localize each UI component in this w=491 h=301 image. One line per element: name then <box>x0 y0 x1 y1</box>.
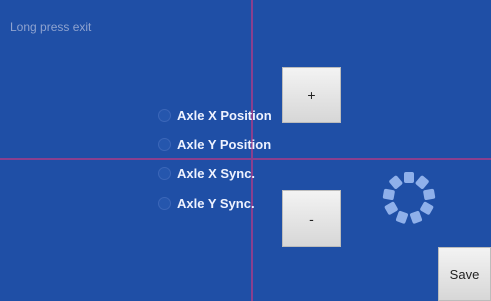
radio-button[interactable] <box>158 196 171 210</box>
crosshair-horizontal-line <box>0 158 491 160</box>
option-axle-y-sync[interactable]: Axle Y Sync. <box>158 193 255 213</box>
spinner-segment <box>420 201 434 215</box>
option-axle-x-sync[interactable]: Axle X Sync. <box>158 163 255 183</box>
option-label: Axle X Position <box>177 107 272 123</box>
option-axle-x-position[interactable]: Axle X Position <box>158 105 272 125</box>
screen: Long press exit Axle X Position Axle Y P… <box>0 0 491 301</box>
spinner-segment <box>415 175 429 189</box>
save-button[interactable]: Save <box>438 247 491 301</box>
radio-button[interactable] <box>158 166 171 180</box>
spinner-segment <box>404 172 414 183</box>
option-axle-y-position[interactable]: Axle Y Position <box>158 134 271 154</box>
loading-spinner-icon <box>382 172 436 224</box>
option-label: Axle Y Position <box>177 136 272 152</box>
increment-button[interactable]: + <box>282 67 341 123</box>
spinner-segment <box>395 210 409 224</box>
spinner-segment <box>384 201 398 215</box>
decrement-button[interactable]: - <box>282 190 341 247</box>
long-press-exit-hint: Long press exit <box>10 20 92 34</box>
spinner-segment <box>409 210 423 224</box>
spinner-segment <box>389 175 403 189</box>
option-label: Axle X Sync. <box>177 165 256 181</box>
spinner-segment <box>423 188 436 201</box>
radio-button[interactable] <box>158 137 171 151</box>
spinner-segment <box>382 188 395 201</box>
radio-button[interactable] <box>158 108 171 122</box>
option-label: Axle Y Sync. <box>177 195 255 211</box>
